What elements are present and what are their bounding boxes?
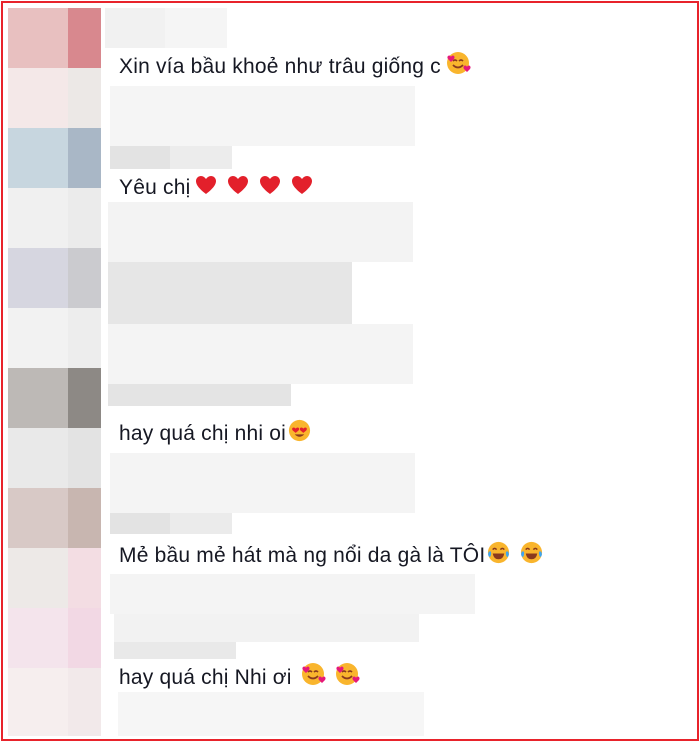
red-heart-icon bbox=[226, 173, 250, 203]
smiling-face-with-hearts-icon bbox=[300, 661, 326, 693]
avatar-placeholder bbox=[8, 428, 101, 488]
red-heart-icon bbox=[258, 173, 282, 203]
red-heart-icon bbox=[290, 173, 314, 203]
comment: Mẻ bầu mẻ hát mà ng nổi da gà là TÔI bbox=[119, 540, 544, 571]
avatar-placeholder bbox=[8, 668, 101, 736]
hidden-comment-placeholder bbox=[118, 692, 424, 736]
username-placeholder bbox=[170, 146, 232, 169]
comment: hay quá chị nhi oi bbox=[119, 418, 312, 449]
hidden-comment-placeholder bbox=[108, 262, 352, 324]
comment-text: hay quá chị Nhi ơi bbox=[119, 666, 292, 689]
heart-eyes-icon bbox=[287, 418, 312, 449]
avatar-placeholder bbox=[8, 548, 101, 608]
avatar-placeholder bbox=[8, 248, 101, 308]
smiling-face-with-hearts-icon bbox=[334, 661, 360, 693]
username-placeholder bbox=[114, 642, 236, 659]
avatar-placeholder bbox=[8, 188, 101, 248]
hidden-comment-placeholder bbox=[108, 324, 413, 384]
tears-of-joy-icon bbox=[519, 540, 544, 571]
username-placeholder bbox=[114, 614, 419, 642]
avatar[interactable] bbox=[8, 8, 101, 68]
avatar[interactable] bbox=[8, 608, 101, 668]
hidden-comment-placeholder bbox=[110, 574, 475, 614]
avatar[interactable] bbox=[8, 488, 101, 548]
username-placeholder bbox=[170, 513, 232, 534]
comment-text: Xin vía bầu khoẻ như trâu giống c bbox=[119, 55, 441, 78]
comment-text: Mẻ bầu mẻ hát mà ng nổi da gà là TÔI bbox=[119, 544, 486, 567]
comment: Yêu chị bbox=[119, 173, 314, 203]
hidden-comment-placeholder bbox=[110, 453, 415, 513]
username-placeholder bbox=[165, 8, 227, 48]
username-placeholder bbox=[105, 8, 165, 48]
comment-text: Yêu chị bbox=[119, 176, 191, 199]
username-placeholder bbox=[108, 384, 291, 406]
hidden-comment-placeholder bbox=[108, 202, 413, 262]
comment: Xin vía bầu khoẻ như trâu giống c bbox=[119, 50, 471, 82]
avatar-placeholder bbox=[8, 308, 101, 368]
hidden-comment-placeholder bbox=[110, 86, 415, 146]
username-placeholder bbox=[110, 146, 170, 169]
comment-text: hay quá chị nhi oi bbox=[119, 422, 287, 445]
tears-of-joy-icon bbox=[486, 540, 511, 571]
avatar-placeholder bbox=[8, 68, 101, 128]
avatar[interactable] bbox=[8, 368, 101, 428]
username-placeholder bbox=[110, 513, 170, 534]
avatar[interactable] bbox=[8, 128, 101, 188]
smiling-face-with-hearts-icon bbox=[445, 50, 471, 82]
comment: hay quá chị Nhi ơi bbox=[119, 661, 360, 693]
red-heart-icon bbox=[194, 173, 218, 203]
avatar-column bbox=[8, 8, 101, 736]
